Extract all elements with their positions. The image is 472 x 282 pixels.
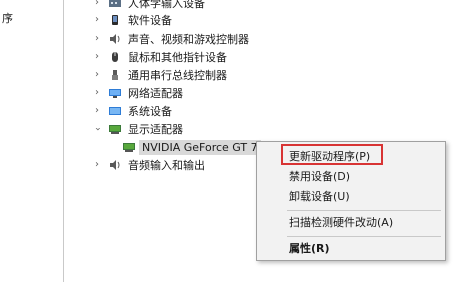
menu-item-label: 属性(R) xyxy=(289,242,330,255)
tree-item-audio-io[interactable]: › 音频输入和输出 xyxy=(92,156,205,174)
menu-item-label: 卸载设备(U) xyxy=(289,190,350,203)
properties-menu-item[interactable]: 属性(R) xyxy=(257,238,445,258)
tree-item-label: 人体学输入设备 xyxy=(128,0,205,10)
chevron-right-icon[interactable]: › xyxy=(92,11,102,29)
tree-item-display-adapters[interactable]: › 显示适配器 xyxy=(92,120,183,138)
tree-item-label: 显示适配器 xyxy=(128,123,183,136)
tree-item-nvidia-geforce[interactable]: NVIDIA GeForce GT 7 xyxy=(122,138,261,156)
network-adapter-icon xyxy=(108,87,122,99)
chevron-right-icon[interactable]: › xyxy=(92,156,102,174)
scan-hardware-changes-menu-item[interactable]: 扫描检测硬件改动(A) xyxy=(257,212,445,232)
tree-item-label: 鼠标和其他指针设备 xyxy=(128,51,227,64)
tree-item-label: 网络适配器 xyxy=(128,87,183,100)
mouse-icon xyxy=(108,51,122,63)
left-pane: 序 xyxy=(0,0,62,282)
speaker-icon xyxy=(108,159,122,171)
menu-item-label: 禁用设备(D) xyxy=(289,170,351,183)
tree-item-label: NVIDIA GeForce GT 7 xyxy=(139,139,261,155)
chevron-right-icon[interactable]: › xyxy=(92,102,102,120)
tree-item-system[interactable]: › 系统设备 xyxy=(92,102,172,120)
tree-item-label: 系统设备 xyxy=(128,105,172,118)
software-device-icon xyxy=(108,14,122,26)
chevron-right-icon[interactable]: › xyxy=(92,48,102,66)
hid-icon xyxy=(108,0,122,9)
tree-item-software-devices[interactable]: › 软件设备 xyxy=(92,11,172,29)
context-menu: 更新驱动程序(P) 禁用设备(D) 卸载设备(U) 扫描检测硬件改动(A) 属性… xyxy=(256,141,446,261)
left-pane-text: 序 xyxy=(2,12,13,25)
system-device-icon xyxy=(108,105,122,117)
tree-item-label: 音频输入和输出 xyxy=(128,159,205,172)
chevron-right-icon[interactable]: › xyxy=(92,30,102,48)
tree-item-mouse[interactable]: › 鼠标和其他指针设备 xyxy=(92,48,227,66)
chevron-down-icon[interactable]: › xyxy=(88,124,106,134)
menu-item-label: 扫描检测硬件改动(A) xyxy=(289,216,394,229)
tree-item-sound-video-game[interactable]: › 声音、视频和游戏控制器 xyxy=(92,30,249,48)
uninstall-device-menu-item[interactable]: 卸载设备(U) xyxy=(257,186,445,206)
usb-icon xyxy=(108,69,122,81)
menu-separator xyxy=(287,236,441,237)
disable-device-menu-item[interactable]: 禁用设备(D) xyxy=(257,166,445,186)
chevron-right-icon[interactable]: › xyxy=(92,66,102,84)
menu-item-label: 更新驱动程序(P) xyxy=(289,150,371,163)
chevron-right-icon[interactable]: › xyxy=(92,84,102,102)
tree-item-network[interactable]: › 网络适配器 xyxy=(92,84,183,102)
tree-item-usb[interactable]: › 通用串行总线控制器 xyxy=(92,66,227,84)
display-adapter-icon xyxy=(108,123,122,135)
speaker-icon xyxy=(108,33,122,45)
tree-item-label: 通用串行总线控制器 xyxy=(128,69,227,82)
update-driver-menu-item[interactable]: 更新驱动程序(P) xyxy=(257,146,445,166)
tree-item-label: 声音、视频和游戏控制器 xyxy=(128,33,249,46)
display-adapter-icon xyxy=(122,141,136,153)
tree-item-label: 软件设备 xyxy=(128,14,172,27)
menu-separator xyxy=(287,210,441,211)
